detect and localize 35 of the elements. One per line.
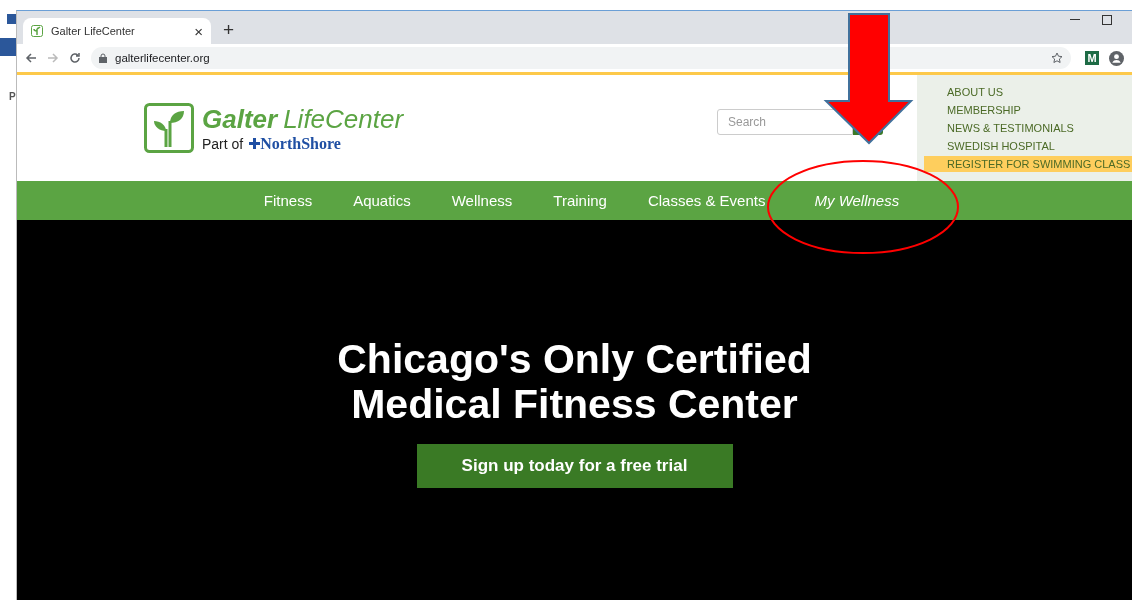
logo-title[interactable]: Galter LifeCenter	[202, 103, 404, 135]
sprout-logo-icon	[144, 103, 194, 153]
nav-link[interactable]: Classes & Events	[647, 192, 766, 209]
logo-tagline: Part of	[202, 135, 244, 152]
utility-link[interactable]: ABOUT US	[917, 84, 1132, 100]
minimize-icon[interactable]	[1070, 19, 1080, 21]
partner-logo-text: NorthShore	[260, 134, 341, 153]
new-tab-button[interactable]: +	[223, 19, 235, 41]
maximize-icon[interactable]	[1102, 15, 1112, 25]
reload-icon[interactable]	[69, 52, 81, 64]
browser-tab[interactable]: Galter LifeCenter ×	[23, 18, 211, 44]
utility-link[interactable]: MEMBERSHIP	[917, 102, 1132, 118]
utility-link[interactable]: SWEDISH HOSPITAL	[917, 138, 1132, 154]
close-tab-button[interactable]: ×	[194, 22, 203, 40]
utility-link[interactable]: NEWS & TESTIMONIALS	[917, 120, 1132, 136]
cross-icon	[249, 138, 261, 149]
nav-link[interactable]: My Wellness	[814, 192, 900, 209]
nav-link[interactable]: Training	[553, 192, 607, 209]
window-strip	[0, 38, 16, 56]
nav-link[interactable]: Wellness	[451, 192, 513, 209]
utility-link[interactable]: REGISTER FOR SWIMMING CLASS	[924, 156, 1132, 172]
back-icon[interactable]	[25, 52, 37, 64]
background-window-text: P	[9, 91, 16, 102]
hero-headline: Chicago's Only Certified Medical Fitness Center	[336, 337, 813, 427]
sprout-icon	[31, 25, 43, 37]
address-bar[interactable]: galterlifecenter.org	[91, 47, 1071, 69]
free-trial-button[interactable]: Sign up today for a free trial	[416, 444, 733, 488]
lock-icon	[99, 53, 107, 63]
tab-title: Galter LifeCenter	[51, 25, 136, 37]
nav-link[interactable]: Aquatics	[353, 192, 411, 209]
profile-icon[interactable]	[1109, 50, 1124, 66]
star-icon[interactable]	[1051, 52, 1063, 64]
extension-icon[interactable]: M	[1085, 51, 1099, 65]
nav-link[interactable]: Fitness	[263, 192, 313, 209]
app-icon	[7, 14, 16, 24]
